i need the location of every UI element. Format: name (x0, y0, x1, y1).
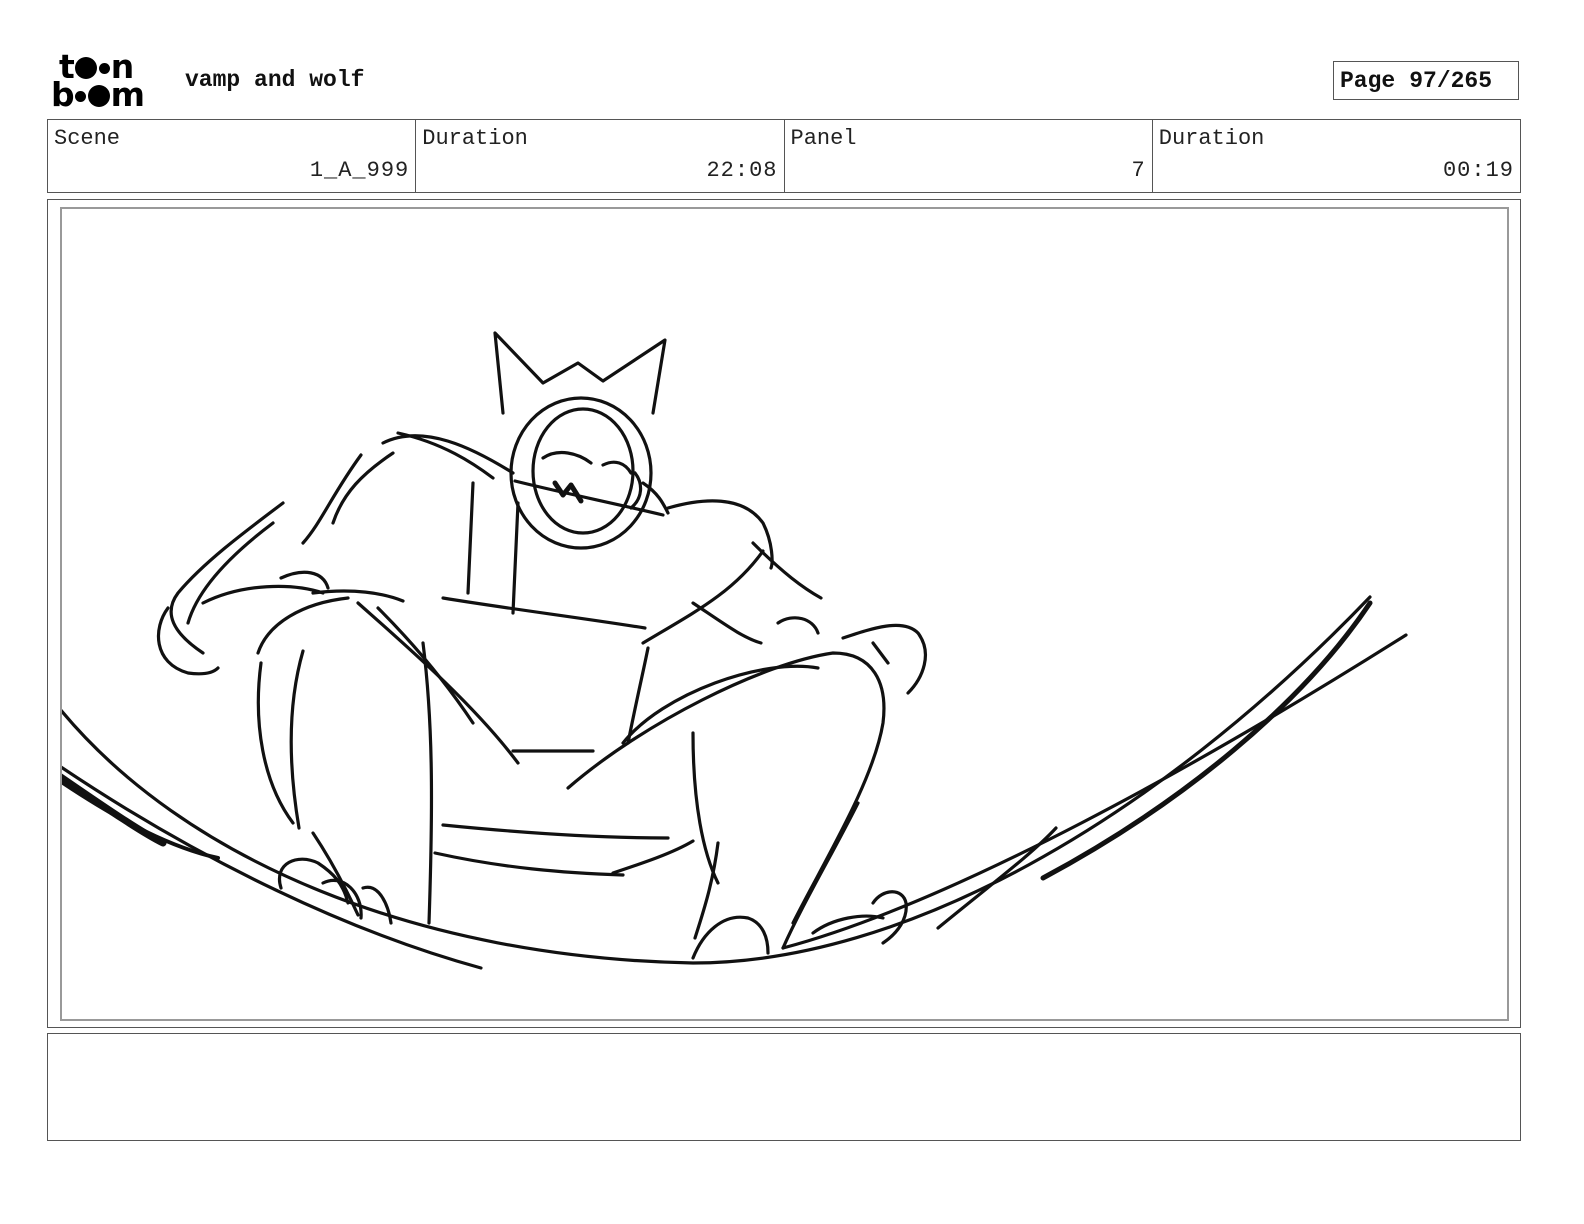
panel-value: 7 (1131, 158, 1146, 183)
toonboom-logo: tn bm (51, 50, 163, 114)
scene-duration-label: Duration (422, 126, 528, 151)
panel-notes-box (47, 1033, 1521, 1141)
scene-value: 1_A_999 (309, 158, 410, 183)
scene-label: Scene (54, 126, 121, 151)
panel-duration-cell: Duration 00:19 (1153, 120, 1520, 192)
page-label: Page (1340, 67, 1396, 94)
panel-duration-value: 00:19 (1442, 158, 1514, 183)
panel-frame (47, 199, 1521, 1028)
panel-image-area (60, 207, 1509, 1021)
info-bar: Scene 1_A_999 Duration 22:08 Panel 7 Dur… (47, 119, 1521, 193)
panel-cell: Panel 7 (785, 120, 1153, 192)
panel-duration-label: Duration (1158, 126, 1265, 151)
storyboard-sketch (62, 331, 1408, 970)
scene-duration-value: 22:08 (706, 158, 778, 183)
scene-duration-cell: Duration 22:08 (416, 120, 785, 192)
project-title: vamp and wolf (185, 67, 365, 93)
page-value: 97/265 (1409, 67, 1493, 94)
panel-label: Panel (790, 126, 857, 151)
logo-line-2: bm (51, 75, 145, 114)
scene-cell: Scene 1_A_999 (48, 120, 417, 192)
page-indicator: Page 97/265 (1333, 61, 1519, 100)
